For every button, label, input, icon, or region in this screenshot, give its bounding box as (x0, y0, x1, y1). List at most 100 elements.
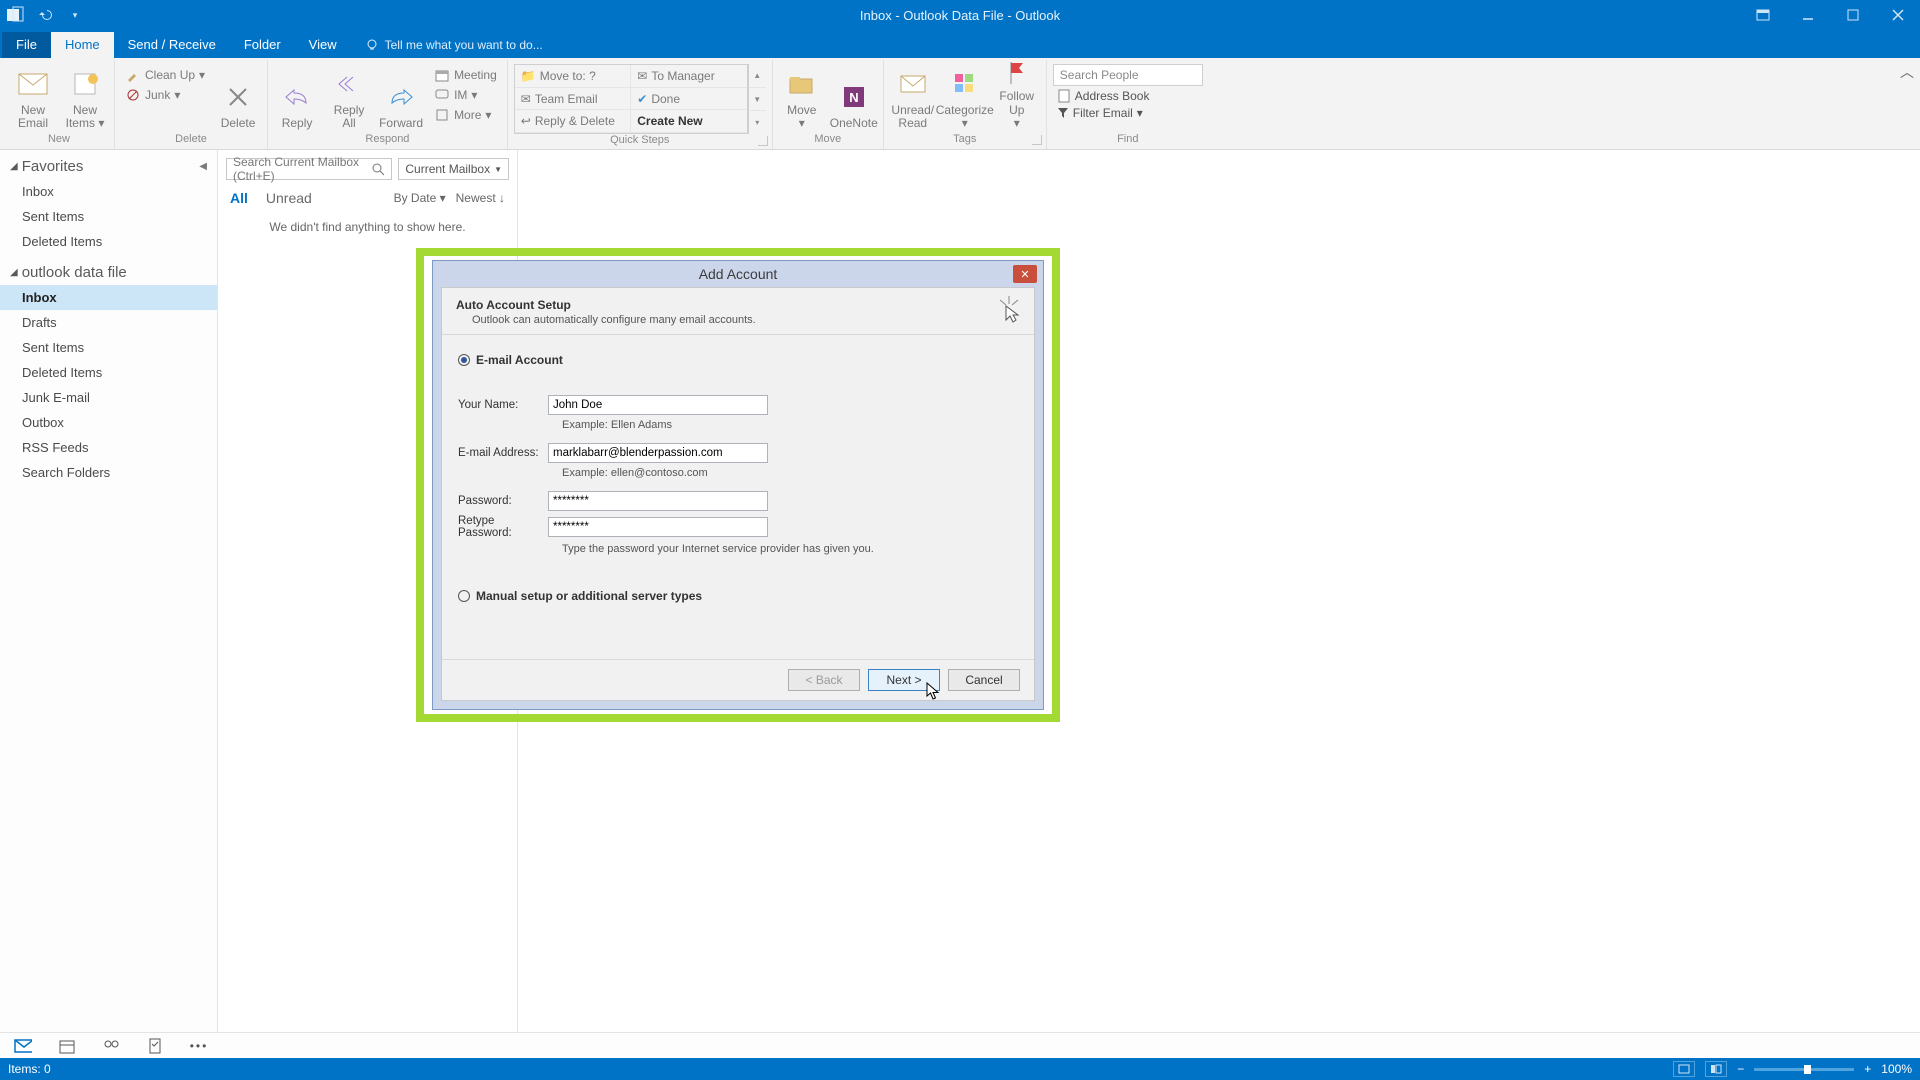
group-respond: Reply Reply All Forward Meeting IM ▾ Mor… (268, 60, 508, 149)
reply-all-button[interactable]: Reply All (326, 64, 372, 132)
search-people-input[interactable]: Search People (1053, 64, 1203, 86)
folder-search-folders[interactable]: Search Folders (0, 460, 217, 485)
password-input[interactable] (548, 491, 768, 511)
tags-launcher-icon[interactable] (1032, 135, 1042, 145)
folder-deleted-items[interactable]: Deleted Items (0, 360, 217, 385)
radio-manual-label: Manual setup or additional server types (476, 589, 702, 603)
delete-button[interactable]: Delete (215, 64, 261, 132)
outlook-icon (6, 6, 24, 24)
meeting-button[interactable]: Meeting (430, 66, 501, 84)
reply-button[interactable]: Reply (274, 64, 320, 132)
navigation-pane: ◢Favorites ◀ Inbox Sent Items Deleted It… (0, 150, 218, 1032)
junk-button[interactable]: Junk ▾ (121, 86, 209, 104)
qat-customize-icon[interactable]: ▾ (66, 6, 84, 24)
more-respond-button[interactable]: More ▾ (430, 106, 501, 124)
qs-reply-delete: ↩Reply & Delete (515, 110, 632, 133)
group-label-tags: Tags (890, 133, 1040, 147)
tab-folder[interactable]: Folder (230, 32, 295, 58)
folder-junk[interactable]: Junk E-mail (0, 385, 217, 410)
tab-file[interactable]: File (2, 32, 51, 58)
reply-all-icon (333, 68, 365, 100)
filter-email-button[interactable]: Filter Email ▾ (1053, 106, 1203, 120)
label-email: E-mail Address: (458, 447, 548, 459)
wizard-cursor-icon (996, 294, 1022, 324)
fav-sent-items[interactable]: Sent Items (0, 204, 217, 229)
search-scope-dropdown[interactable]: Current Mailbox▼ (398, 158, 509, 180)
back-button[interactable]: < Back (788, 669, 860, 691)
folder-sent-items[interactable]: Sent Items (0, 335, 217, 360)
quick-steps-gallery[interactable]: 📁Move to: ? ✉To Manager ✉Team Email ✔Don… (514, 64, 748, 134)
sort-newest[interactable]: Newest ↓ (456, 191, 505, 205)
categorize-button[interactable]: Categorize▾ (942, 64, 988, 132)
people-view-icon[interactable] (102, 1037, 120, 1055)
tell-me-search[interactable]: Tell me what you want to do... (351, 33, 557, 58)
email-input[interactable] (548, 443, 768, 463)
qs-create-new: Create New (631, 110, 747, 133)
dialog-launcher-icon[interactable] (758, 136, 768, 146)
undo-icon[interactable] (36, 6, 54, 24)
your-name-input[interactable] (548, 395, 768, 415)
fav-deleted-items[interactable]: Deleted Items (0, 229, 217, 254)
view-normal-icon[interactable] (1673, 1061, 1695, 1077)
folder-inbox[interactable]: Inbox (0, 285, 217, 310)
label-retype-password: Retype Password: (458, 515, 548, 539)
mail-view-icon[interactable] (14, 1037, 32, 1055)
maximize-button[interactable] (1830, 0, 1875, 30)
view-reading-icon[interactable] (1705, 1061, 1727, 1077)
label-your-name: Your Name: (458, 399, 548, 411)
new-items-icon (69, 68, 101, 100)
radio-email-account[interactable]: E-mail Account (458, 353, 1018, 367)
onenote-button[interactable]: NOneNote (831, 64, 877, 132)
more-icon (434, 107, 450, 123)
folder-rss[interactable]: RSS Feeds (0, 435, 217, 460)
dialog-header-title: Auto Account Setup (456, 298, 1020, 312)
cleanup-button[interactable]: Clean Up ▾ (121, 66, 209, 84)
fav-inbox[interactable]: Inbox (0, 179, 217, 204)
hint-email: Example: ellen@contoso.com (458, 467, 1018, 479)
folder-move-icon: 📁 (521, 69, 536, 83)
folder-drafts[interactable]: Drafts (0, 310, 217, 335)
more-views-icon[interactable]: ••• (190, 1037, 208, 1055)
retype-password-input[interactable] (548, 517, 768, 537)
follow-up-button[interactable]: Follow Up ▾ (994, 64, 1040, 132)
tab-send-receive[interactable]: Send / Receive (114, 32, 230, 58)
filter-unread[interactable]: Unread (266, 190, 312, 206)
im-button[interactable]: IM ▾ (430, 86, 501, 104)
new-items-button[interactable]: New Items ▾ (62, 64, 108, 132)
ribbon-display-icon[interactable] (1740, 0, 1785, 30)
unread-read-button[interactable]: Unread/ Read (890, 64, 936, 132)
cancel-button[interactable]: Cancel (948, 669, 1020, 691)
data-file-header[interactable]: ◢outlook data file (0, 254, 217, 285)
sort-by-date[interactable]: By Date ▾ (394, 191, 446, 205)
address-book-icon (1057, 89, 1071, 103)
chevron-down-icon: ◢ (10, 161, 18, 172)
radio-manual-setup[interactable]: Manual setup or additional server types (458, 589, 1018, 603)
qs-move-to: 📁Move to: ? (515, 65, 632, 88)
zoom-out-icon[interactable]: − (1737, 1062, 1744, 1076)
move-button[interactable]: Move▾ (779, 64, 825, 132)
dialog-close-button[interactable]: ✕ (1013, 265, 1037, 283)
ribbon-tabs: File Home Send / Receive Folder View Tel… (0, 30, 1920, 58)
favorites-header[interactable]: ◢Favorites ◀ (0, 150, 217, 179)
tasks-view-icon[interactable] (146, 1037, 164, 1055)
calendar-view-icon[interactable] (58, 1037, 76, 1055)
zoom-slider[interactable] (1754, 1068, 1854, 1071)
collapse-ribbon-icon[interactable]: ︿ (1900, 62, 1914, 82)
new-email-button[interactable]: New Email (10, 64, 56, 132)
hint-name: Example: Ellen Adams (458, 419, 1018, 431)
filter-all[interactable]: All (230, 190, 248, 206)
folder-outbox[interactable]: Outbox (0, 410, 217, 435)
group-find: Search People Address Book Filter Email … (1047, 60, 1209, 149)
close-button[interactable] (1875, 0, 1920, 30)
search-mailbox-input[interactable]: Search Current Mailbox (Ctrl+E) (226, 158, 392, 180)
minimize-button[interactable] (1785, 0, 1830, 30)
forward-button[interactable]: Forward (378, 64, 424, 132)
tab-view[interactable]: View (295, 32, 351, 58)
tab-home[interactable]: Home (51, 32, 114, 58)
broom-icon (125, 67, 141, 83)
minimize-nav-icon[interactable]: ◀ (199, 161, 207, 172)
qs-scroll[interactable]: ▲▼▾ (748, 64, 766, 134)
zoom-in-icon[interactable]: + (1864, 1062, 1871, 1076)
group-move: Move▾ NOneNote Move (773, 60, 884, 149)
address-book-button[interactable]: Address Book (1053, 89, 1203, 103)
